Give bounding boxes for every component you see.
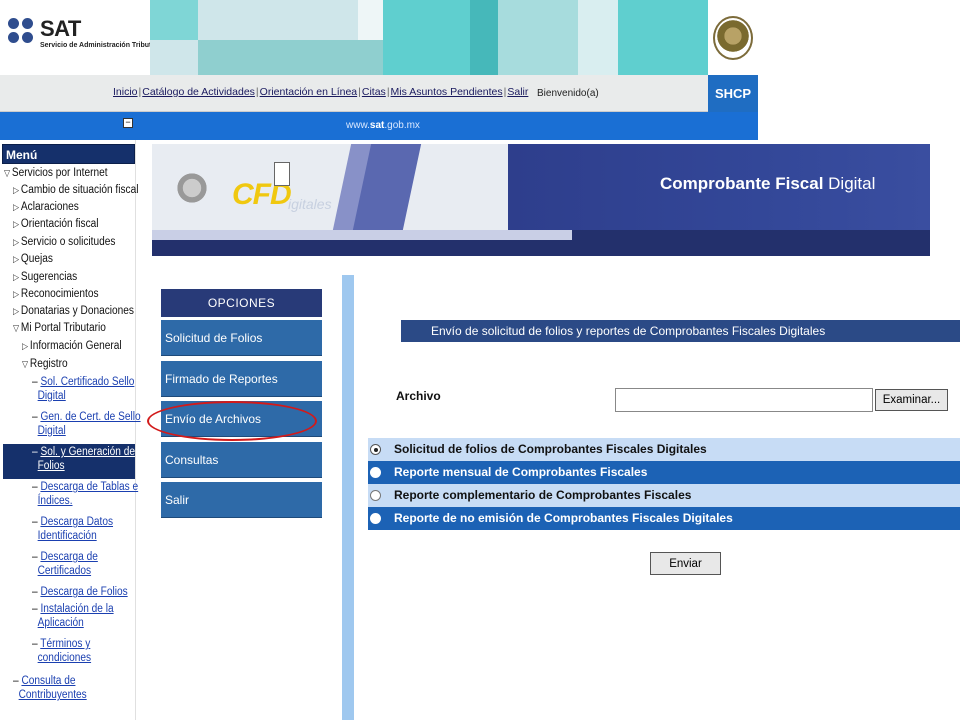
radio-checked-icon [370, 444, 381, 455]
cfd-logo-sub: igitales [288, 196, 332, 212]
radio-unchecked-icon [370, 467, 381, 478]
red-circle-annotation [147, 401, 317, 441]
sidebar-link-descarga-certificados[interactable]: – Descarga de Certificados [32, 550, 98, 578]
option-firmado-reportes[interactable]: Firmado de Reportes [161, 361, 322, 397]
sidebar-item-aclaraciones[interactable]: ▷ Aclaraciones [13, 200, 79, 214]
sidebar-link-gen-cert-sello[interactable]: – Gen. de Cert. de Sello Digital [32, 410, 141, 438]
sidebar-item-servicio-solicitudes[interactable]: ▷ Servicio o solicitudes [13, 235, 115, 249]
sidebar-link-sol-generacion-folios[interactable]: – Sol. y Generación de Folios [32, 445, 135, 473]
sidebar-item-quejas[interactable]: ▷ Quejas [13, 252, 53, 266]
sidebar-link-sol-certificado[interactable]: – Sol. Certificado Sello Digital [32, 375, 134, 403]
archivo-file-input[interactable] [615, 388, 873, 412]
radio-reporte-mensual[interactable]: Reporte mensual de Comprobantes Fiscales [368, 461, 960, 484]
radio-unchecked-icon [370, 513, 381, 524]
eagle-emblem-icon [713, 15, 753, 60]
header: SAT Servicio de Administración Tributari… [0, 0, 758, 75]
cfd-title: Comprobante Fiscal Digital [660, 174, 876, 193]
cfd-banner: CFD igitales Comprobante Fiscal Digital [152, 144, 930, 256]
document-icon [274, 162, 290, 186]
sidebar-link-descarga-datos[interactable]: – Descarga Datos Identificación [32, 515, 113, 543]
option-solicitud-folios[interactable]: Solicitud de Folios [161, 320, 322, 356]
options-panel: OPCIONES Solicitud de Folios Firmado de … [150, 275, 354, 720]
radio-reporte-complementario[interactable]: Reporte complementario de Comprobantes F… [368, 484, 960, 507]
top-nav-links: Inicio|Catálogo de Actividades|Orientaci… [113, 86, 529, 98]
collapsed-icon: ▷ [13, 272, 20, 282]
option-salir[interactable]: Salir [161, 482, 322, 518]
sidebar-item-cambio-situacion-fiscal[interactable]: ▷ Cambio de situación fiscal [13, 183, 138, 197]
radio-reporte-no-emision[interactable]: Reporte de no emisión de Comprobantes Fi… [368, 507, 960, 530]
options-header: OPCIONES [161, 289, 322, 317]
collapsed-icon: ▷ [13, 289, 20, 299]
expanded-icon: ▽ [22, 359, 29, 369]
radio-solicitud-folios[interactable]: Solicitud de folios de Comprobantes Fisc… [368, 438, 960, 461]
sat-logo[interactable]: SAT Servicio de Administración Tributari… [4, 12, 164, 62]
nav-mis-asuntos-pendientes[interactable]: Mis Asuntos Pendientes [391, 86, 503, 98]
sidebar-item-mi-portal-tributario[interactable]: ▽ Mi Portal Tributario [13, 321, 106, 335]
header-banner [150, 0, 708, 75]
collapsed-icon: ▷ [22, 341, 29, 351]
url-bar: − www.sat.gob.mx [0, 112, 758, 140]
option-consultas[interactable]: Consultas [161, 442, 322, 478]
site-url[interactable]: www.sat.gob.mx [346, 120, 420, 131]
sidebar-item-registro[interactable]: ▽ Registro [22, 357, 68, 371]
sat-logo-icon [8, 18, 36, 46]
sidebar-item-orientacion-fiscal[interactable]: ▷ Orientación fiscal [13, 217, 99, 231]
collapsed-icon: ▷ [13, 185, 20, 195]
nav-inicio[interactable]: Inicio [113, 86, 138, 98]
send-button[interactable]: Enviar [650, 552, 721, 575]
form-title: Envío de solicitud de folios y reportes … [401, 320, 960, 342]
sidebar-link-terminos[interactable]: – Términos y condiciones [32, 637, 91, 665]
sidebar-link-descarga-folios[interactable]: – Descarga de Folios [32, 585, 128, 599]
nav-orientacion-en-linea[interactable]: Orientación en Línea [260, 86, 357, 98]
welcome-text: Bienvenido(a) [537, 88, 599, 99]
sat-brand-subtitle: Servicio de Administración Tributaria [40, 42, 164, 49]
collapsed-icon: ▷ [13, 254, 20, 264]
archivo-label: Archivo [396, 389, 441, 403]
sidebar-item-informacion-general[interactable]: ▷ Información General [22, 339, 122, 353]
nav-catalogo-actividades[interactable]: Catálogo de Actividades [142, 86, 255, 98]
page-root: SAT Servicio de Administración Tributari… [0, 0, 960, 720]
collapsed-icon: ▷ [13, 202, 20, 212]
collapse-menu-button[interactable]: − [123, 118, 133, 128]
sidebar-link-descarga-tablas[interactable]: – Descarga de Tablas e Índices. [32, 480, 138, 508]
nav-citas[interactable]: Citas [362, 86, 386, 98]
browse-button[interactable]: Examinar... [875, 389, 948, 411]
hacienda-emblem-icon [162, 168, 222, 208]
sidebar-item-donatarias-donaciones[interactable]: ▷ Donatarias y Donaciones [13, 304, 134, 318]
collapsed-icon: ▷ [13, 237, 20, 247]
sat-brand: SAT [40, 16, 81, 41]
expanded-icon: ▽ [13, 323, 20, 333]
sidebar-link-instalacion[interactable]: – Instalación de la Aplicación [32, 602, 114, 630]
sidebar-item-sugerencias[interactable]: ▷ Sugerencias [13, 270, 77, 284]
collapsed-icon: ▷ [13, 306, 20, 316]
nav-salir[interactable]: Salir [507, 86, 528, 98]
mexico-shield [708, 0, 758, 75]
sidebar-item-reconocimientos[interactable]: ▷ Reconocimientos [13, 287, 99, 301]
collapsed-icon: ▷ [13, 219, 20, 229]
menu-title: Menú [2, 144, 135, 164]
sidebar-link-consulta-contribuyentes[interactable]: – Consulta de Contribuyentes [13, 674, 87, 702]
expanded-icon: ▽ [4, 168, 11, 178]
sidebar-item-servicios-por-internet[interactable]: ▽ Servicios por Internet [4, 166, 108, 180]
shcp-logo: SHCP [708, 75, 758, 112]
radio-unchecked-icon [370, 490, 381, 501]
sidebar-menu: Menú ▽ Servicios por Internet ▷ Cambio de … [0, 140, 141, 720]
top-nav: Inicio|Catálogo de Actividades|Orientaci… [0, 75, 708, 112]
